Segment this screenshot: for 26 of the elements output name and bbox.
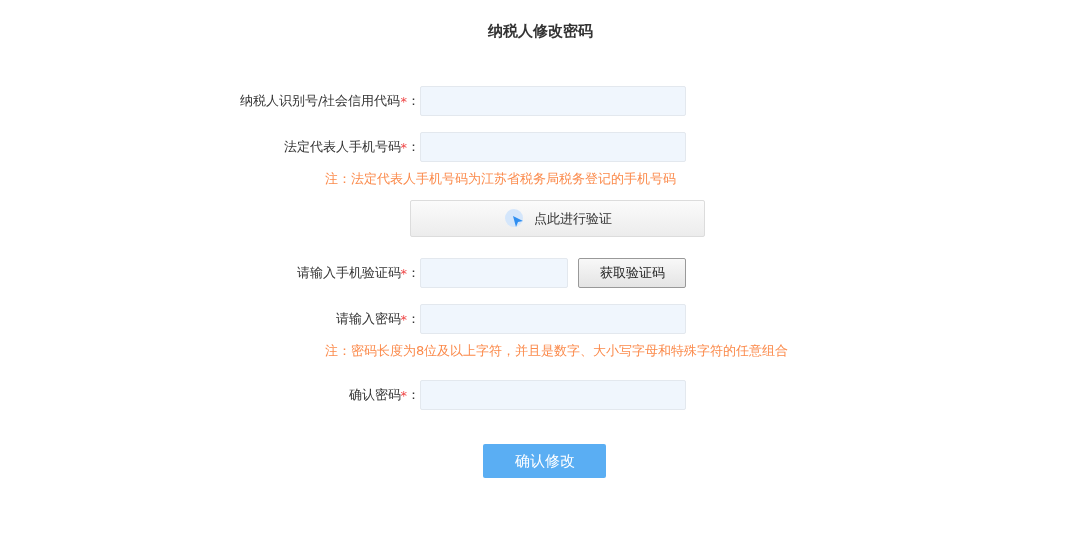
get-code-button[interactable]: 获取验证码	[578, 258, 686, 288]
field-label: 纳税人识别号/社会信用代码	[240, 92, 401, 110]
label-colon: ：	[407, 92, 420, 110]
cursor-icon	[503, 207, 526, 230]
note-text: 注：法定代表人手机号码为江苏省税务局税务登记的手机号码	[325, 170, 676, 188]
field-label: 法定代表人手机号码	[283, 138, 401, 156]
required-mark: *	[400, 139, 407, 155]
note-text: 注：密码长度为8位及以上字符，并且是数字、大小写字母和特殊字符的任意组合	[325, 342, 789, 360]
input-field[interactable]	[420, 132, 686, 162]
input-field[interactable]	[420, 304, 686, 334]
field-label: 请输入密码	[335, 310, 401, 328]
required-mark: *	[400, 265, 407, 281]
field-label: 请输入手机验证码	[296, 264, 401, 282]
verify-button[interactable]: 点此进行验证	[410, 200, 705, 237]
input-field[interactable]	[420, 86, 686, 116]
required-mark: *	[400, 311, 407, 327]
page-title: 纳税人修改密码	[487, 21, 593, 42]
field-label: 确认密码	[348, 386, 401, 404]
required-mark: *	[400, 93, 407, 109]
label-colon: ：	[407, 310, 420, 328]
label-colon: ：	[407, 386, 420, 404]
input-field[interactable]	[420, 258, 568, 288]
label-colon: ：	[407, 138, 420, 156]
input-field[interactable]	[420, 380, 686, 410]
required-mark: *	[400, 387, 407, 403]
label-colon: ：	[407, 264, 420, 282]
